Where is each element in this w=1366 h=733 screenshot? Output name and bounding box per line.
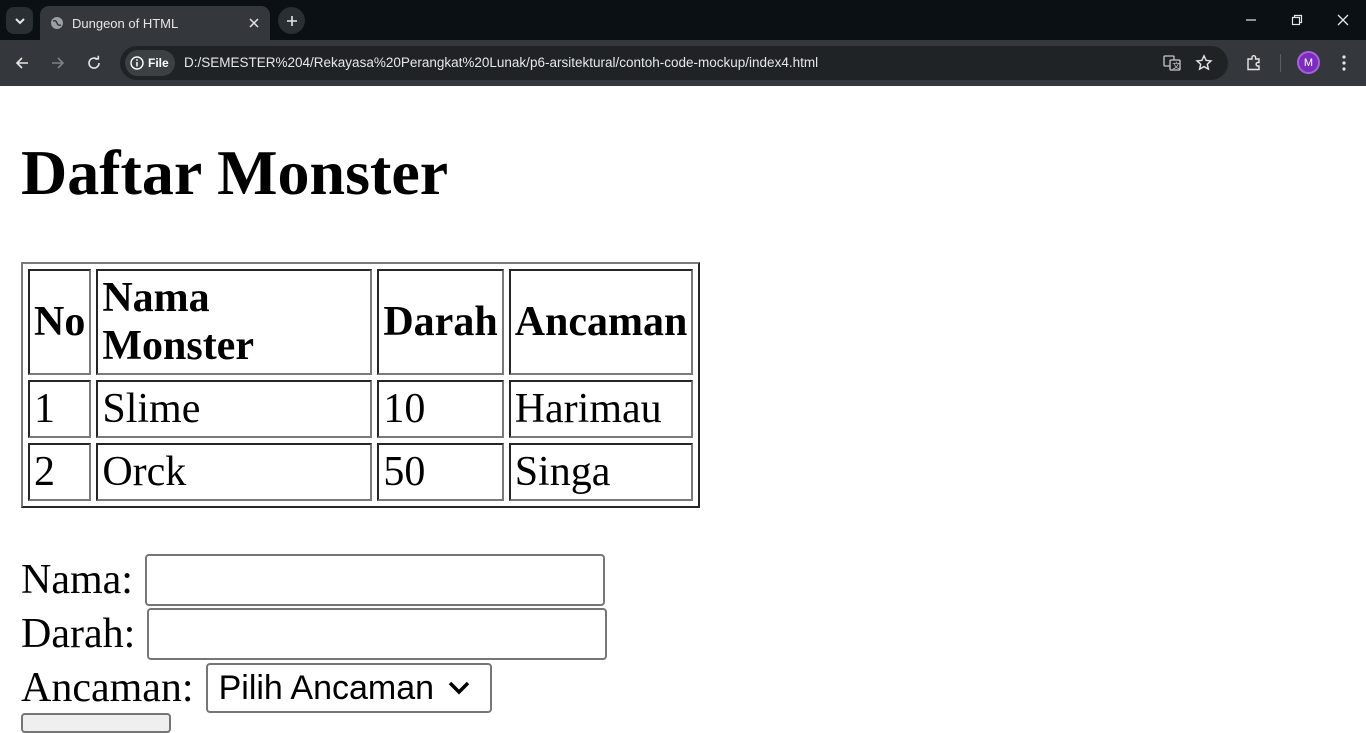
minimize-button[interactable]: [1241, 10, 1261, 30]
more-icon[interactable]: [1333, 52, 1355, 74]
column-header-no: No: [28, 269, 92, 375]
nama-input[interactable]: [144, 554, 605, 606]
tab-title: Dungeon of HTML: [72, 15, 179, 31]
chevron-down-icon: [14, 17, 25, 24]
back-button[interactable]: [11, 52, 33, 74]
monster-table: No Nama Monster Darah Ancaman 1 Slime 10…: [21, 262, 701, 508]
cell-darah: 10: [377, 380, 504, 438]
cell-no: 1: [28, 380, 92, 438]
darah-label: Darah:: [21, 611, 136, 657]
new-tab-button[interactable]: [278, 7, 305, 34]
globe-icon: [50, 16, 64, 30]
ancaman-selected-value: Pilih Ancaman: [218, 669, 435, 707]
ancaman-row: Ancaman: Pilih Ancaman: [21, 663, 492, 713]
column-header-darah: Darah: [377, 269, 504, 375]
nama-label: Nama:: [21, 557, 133, 603]
info-icon: [130, 56, 144, 70]
table-row: 1 Slime 10 Harimau: [28, 380, 694, 438]
column-header-nama-monster: Nama Monster: [96, 269, 373, 375]
minimize-icon: [1246, 19, 1256, 21]
cell-nama-monster: Orck: [96, 443, 373, 501]
site-info-chip[interactable]: File: [125, 50, 175, 76]
darah-input[interactable]: [147, 608, 608, 660]
darah-row: Darah:: [21, 608, 608, 660]
table-row: 2 Orck 50 Singa: [28, 443, 694, 501]
back-icon: [15, 57, 28, 69]
tab-search-button[interactable]: [6, 7, 33, 34]
ancaman-label: Ancaman:: [21, 665, 194, 711]
toolbar-divider: [1280, 54, 1281, 72]
forward-icon: [52, 57, 65, 69]
address-bar[interactable]: File D:/SEMESTER%204/Rekayasa%20Perangka…: [120, 46, 1228, 80]
restore-button[interactable]: [1287, 10, 1307, 30]
reload-button[interactable]: [83, 52, 105, 74]
cell-ancaman: Singa: [508, 443, 694, 501]
column-header-ancaman: Ancaman: [508, 269, 694, 375]
cell-darah: 50: [377, 443, 504, 501]
translate-icon[interactable]: 文: [1162, 53, 1182, 73]
site-chip-label: File: [148, 56, 169, 70]
nama-row: Nama:: [21, 554, 605, 606]
cell-ancaman: Harimau: [508, 380, 694, 438]
browser-toolbar: File D:/SEMESTER%204/Rekayasa%20Perangka…: [0, 40, 1366, 86]
svg-text:文: 文: [1172, 61, 1180, 71]
browser-tab[interactable]: Dungeon of HTML: [40, 6, 270, 40]
table-header-row: No Nama Monster Darah Ancaman: [28, 269, 694, 375]
close-icon[interactable]: [244, 13, 264, 33]
forward-button[interactable]: [47, 52, 69, 74]
avatar[interactable]: M: [1297, 51, 1320, 74]
cell-no: 2: [28, 443, 92, 501]
page-content: Daftar Monster No Nama Monster Darah Anc…: [0, 86, 1366, 733]
star-icon[interactable]: [1194, 53, 1214, 73]
page-title: Daftar Monster: [21, 137, 449, 208]
cell-nama-monster: Slime: [96, 380, 373, 438]
url-text[interactable]: D:/SEMESTER%204/Rekayasa%20Perangkat%20L…: [184, 55, 818, 70]
extensions-icon[interactable]: [1243, 52, 1265, 74]
reload-icon: [88, 55, 100, 69]
chevron-down-icon: [448, 681, 470, 695]
ancaman-select[interactable]: Pilih Ancaman: [205, 663, 492, 713]
restore-icon: [1291, 14, 1303, 26]
close-icon: [1337, 14, 1349, 26]
browser-titlebar: Dungeon of HTML: [0, 0, 1366, 40]
close-window-button[interactable]: [1333, 10, 1353, 30]
plus-icon: [286, 15, 297, 26]
submit-button[interactable]: [21, 713, 171, 733]
